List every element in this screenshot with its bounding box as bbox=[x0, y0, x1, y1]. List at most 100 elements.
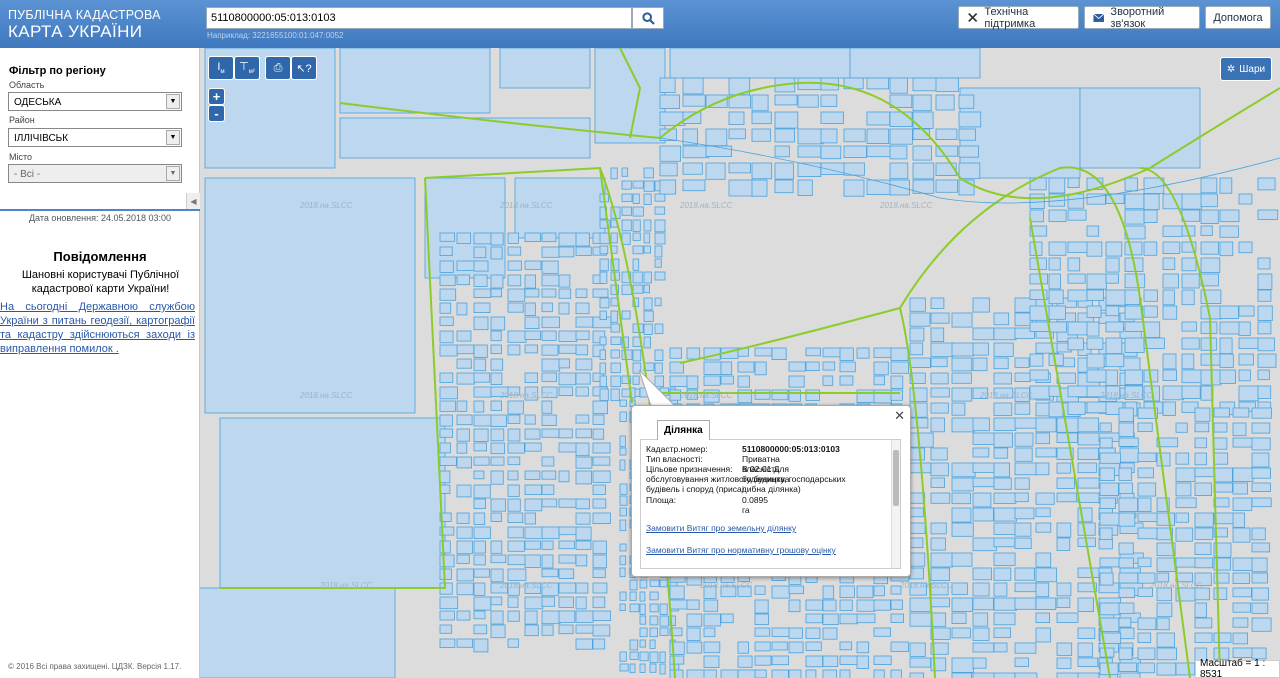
land-parcel bbox=[993, 522, 1018, 535]
land-parcel bbox=[912, 145, 932, 161]
land-parcel bbox=[439, 302, 452, 314]
land-parcel bbox=[643, 232, 651, 244]
popup-scrollbar[interactable] bbox=[891, 440, 900, 568]
land-parcel bbox=[686, 375, 699, 390]
land-parcel bbox=[524, 624, 539, 637]
land-parcel bbox=[1219, 177, 1233, 194]
land-parcel bbox=[1056, 672, 1080, 678]
city-select[interactable]: - Всі - ▼ bbox=[8, 164, 182, 183]
land-parcel bbox=[610, 349, 620, 359]
land-parcel bbox=[1035, 552, 1052, 568]
land-parcel bbox=[993, 567, 1012, 581]
land-parcel bbox=[1213, 512, 1235, 525]
land-parcel bbox=[575, 330, 590, 341]
scrollbar-thumb[interactable] bbox=[893, 450, 899, 506]
land-parcel bbox=[632, 258, 640, 271]
land-parcel bbox=[599, 258, 609, 272]
land-parcel bbox=[972, 672, 995, 678]
support-button[interactable]: Технічна підтримка bbox=[958, 6, 1079, 30]
land-parcel bbox=[1118, 647, 1133, 660]
collapse-panel-button[interactable]: ◀ bbox=[186, 193, 200, 209]
land-parcel bbox=[490, 358, 504, 371]
land-parcel bbox=[456, 568, 474, 582]
land-parcel bbox=[703, 599, 719, 612]
land-parcel bbox=[1119, 672, 1141, 678]
land-parcel bbox=[1194, 452, 1208, 466]
tab-parcel[interactable]: Ділянка bbox=[657, 420, 710, 440]
land-parcel bbox=[456, 638, 474, 648]
land-parcel bbox=[958, 128, 977, 141]
land-parcel bbox=[439, 386, 458, 400]
land-parcel bbox=[592, 414, 605, 425]
land-parcel bbox=[1124, 241, 1143, 256]
layers-button[interactable]: ✲ Шари bbox=[1220, 57, 1272, 81]
order-valuation-link[interactable]: Замовити Витяг про нормативну грошову оц… bbox=[646, 545, 836, 555]
measure-distance-button[interactable]: Iм bbox=[208, 56, 234, 80]
site-logo[interactable]: ПУБЛІЧНА КАДАСТРОВА КАРТА УКРАЇНИ bbox=[8, 9, 161, 40]
land-parcel bbox=[473, 344, 488, 359]
land-parcel bbox=[592, 582, 608, 594]
land-parcel bbox=[1029, 385, 1051, 400]
land-parcel bbox=[1181, 257, 1197, 272]
land-parcel bbox=[1257, 289, 1272, 302]
land-parcel bbox=[993, 417, 1017, 432]
land-parcel bbox=[629, 603, 640, 613]
land-parcel bbox=[592, 484, 606, 495]
land-parcel bbox=[951, 342, 974, 357]
land-parcel bbox=[1035, 492, 1055, 505]
land-parcel bbox=[930, 357, 948, 368]
close-icon[interactable]: ✕ bbox=[894, 408, 905, 424]
watermark-text: 2018.на.SLCC bbox=[299, 201, 353, 210]
help-button[interactable]: Допомога bbox=[1205, 6, 1271, 29]
land-parcel bbox=[1118, 602, 1135, 614]
land-parcel bbox=[682, 77, 704, 95]
print-button[interactable]: ⎙ bbox=[265, 56, 291, 80]
land-parcel bbox=[456, 456, 473, 469]
land-parcel bbox=[621, 180, 632, 190]
land-parcel bbox=[439, 260, 454, 273]
region-select[interactable]: ОДЕСЬКА ▼ bbox=[8, 92, 182, 111]
land-parcel bbox=[558, 442, 578, 453]
district-select[interactable]: ІЛЛІЧІВСЬК ▼ bbox=[8, 128, 182, 147]
cadastre-search-input[interactable] bbox=[206, 7, 632, 29]
land-parcel bbox=[456, 610, 471, 621]
land-parcel bbox=[669, 48, 851, 79]
land-parcel bbox=[541, 456, 555, 467]
land-parcel bbox=[1200, 241, 1220, 255]
land-parcel bbox=[524, 288, 540, 298]
land-parcel bbox=[632, 219, 641, 232]
map-canvas[interactable]: 2018.на.SLCC 2018.на.SLCC 2018.на.SLCC 2018… bbox=[200, 48, 1280, 678]
land-parcel bbox=[1056, 492, 1077, 503]
land-parcel bbox=[473, 288, 492, 299]
land-parcel bbox=[1048, 305, 1066, 320]
cadastre-map[interactable]: 2018.на.SLCC 2018.на.SLCC 2018.на.SLCC 2018… bbox=[200, 48, 1280, 678]
zoom-out-button[interactable]: - bbox=[208, 105, 225, 122]
identify-button[interactable]: ↖? bbox=[291, 56, 317, 80]
measure-area-button[interactable]: ⊤м² bbox=[234, 56, 260, 80]
land-parcel bbox=[1035, 522, 1052, 533]
land-parcel bbox=[439, 344, 458, 357]
feedback-button[interactable]: Зворотний зв'язок bbox=[1084, 6, 1200, 30]
land-parcel bbox=[930, 537, 946, 551]
land-parcel bbox=[599, 362, 607, 375]
info-row: обслуговування житлового будинку, господ… bbox=[646, 474, 886, 484]
land-parcel bbox=[751, 128, 771, 142]
land-parcel bbox=[972, 477, 995, 488]
land-parcel bbox=[524, 484, 542, 496]
land-parcel bbox=[930, 387, 950, 398]
order-extract-link[interactable]: Замовити Витяг про земельну ділянку bbox=[646, 523, 796, 533]
land-parcel bbox=[610, 232, 618, 244]
notice-link[interactable]: На сьогодні Державною службою України з … bbox=[0, 300, 195, 356]
land-parcel bbox=[643, 271, 652, 284]
land-parcel bbox=[909, 297, 926, 312]
land-parcel bbox=[993, 327, 1017, 341]
land-parcel bbox=[575, 624, 595, 634]
zoom-in-button[interactable]: + bbox=[208, 88, 225, 105]
land-parcel bbox=[1105, 321, 1124, 333]
land-parcel bbox=[439, 442, 451, 454]
region-label: Область bbox=[9, 80, 45, 90]
search-button[interactable] bbox=[632, 7, 664, 29]
chevron-down-icon: ▼ bbox=[166, 94, 180, 109]
land-parcel bbox=[1119, 447, 1139, 463]
land-parcel bbox=[541, 274, 560, 287]
